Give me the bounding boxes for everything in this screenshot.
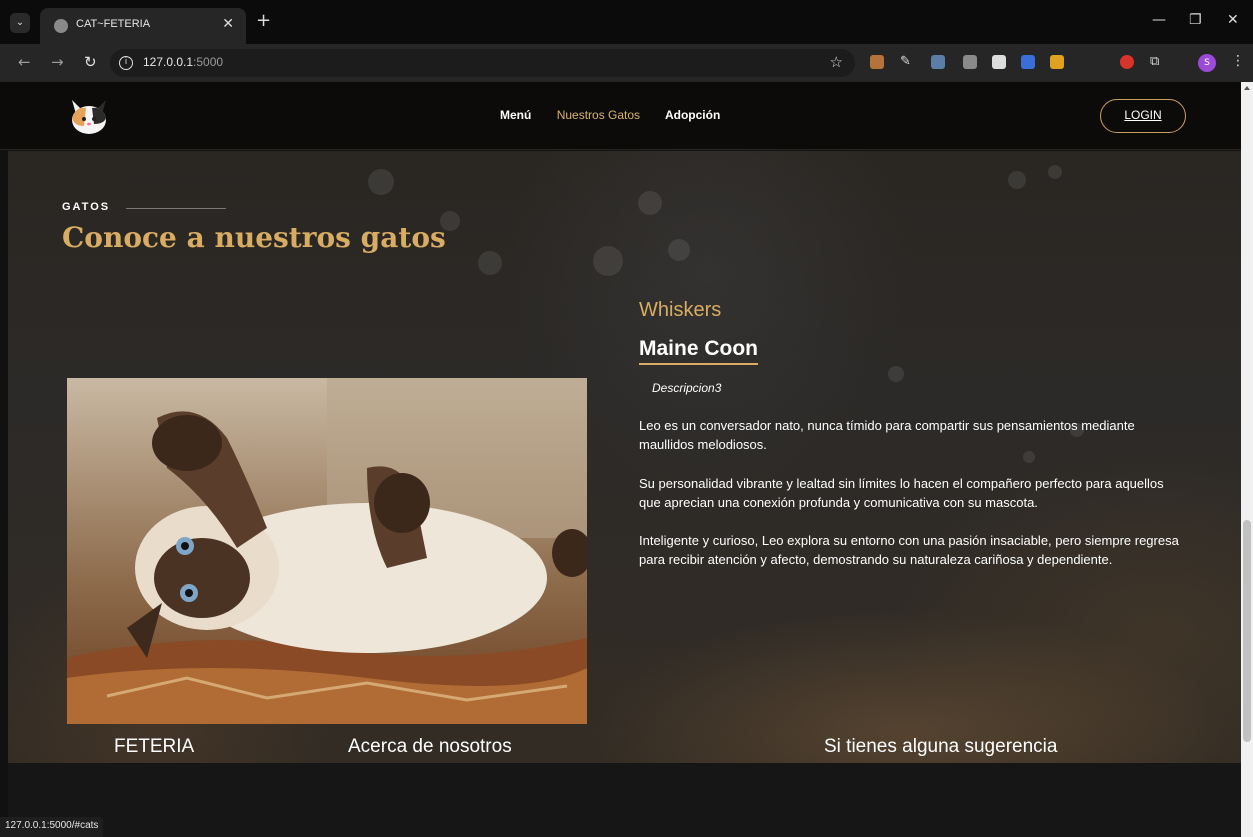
browser-menu-icon[interactable]: ⋮ [1231, 53, 1245, 69]
cat-description-title: Descripcion3 [652, 381, 722, 395]
bokeh-light [593, 246, 623, 276]
page-scrollbar[interactable] [1241, 82, 1253, 837]
section-title: Conoce a nuestros gatos [62, 221, 446, 254]
new-tab-icon[interactable]: + [256, 12, 271, 30]
cat-description-paragraph: Inteligente y curioso, Leo explora su en… [639, 533, 1179, 567]
login-button[interactable]: LOGIN [1100, 99, 1186, 133]
bokeh-light [368, 169, 394, 195]
forward-icon[interactable]: → [51, 53, 64, 71]
browser-tabstrip: ⌄ CAT~FETERIA ✕ + — ❐ ✕ [0, 0, 1253, 44]
restore-icon[interactable]: ❐ [1189, 12, 1202, 28]
bookmark-star-icon[interactable]: ☆ [830, 53, 843, 71]
tab-close-icon[interactable]: ✕ [222, 16, 234, 32]
minimize-icon[interactable]: — [1152, 12, 1166, 28]
bokeh-light [888, 366, 904, 382]
browser-tab[interactable]: CAT~FETERIA ✕ [40, 8, 246, 44]
footer-about-heading: Acerca de nosotros [348, 736, 512, 757]
eyedropper-icon[interactable]: ✎ [900, 55, 914, 69]
cat-description-paragraph: Leo es un conversador nato, nunca tímido… [639, 418, 1135, 452]
site-header: Menú Nuestros Gatos Adopción LOGIN [0, 82, 1241, 150]
cat-breed: Maine Coon [639, 337, 758, 365]
cat-name: Whiskers [639, 299, 722, 321]
bokeh-light [668, 239, 690, 261]
extension-icon[interactable] [931, 55, 945, 69]
extensions-puzzle-icon[interactable]: ⧉ [1150, 55, 1164, 69]
close-window-icon[interactable]: ✕ [1227, 12, 1239, 28]
scrollbar-thumb[interactable] [1243, 520, 1251, 742]
address-bar[interactable]: i 127.0.0.1:5000 ☆ [110, 49, 855, 77]
footer-brand: FETERIA [114, 736, 195, 757]
favicon-icon [54, 19, 68, 33]
extension-icon[interactable] [992, 55, 1006, 69]
section-eyebrow: GATOS [62, 201, 111, 213]
nav-nuestros-gatos[interactable]: Nuestros Gatos [557, 108, 640, 122]
url-text: 127.0.0.1:5000 [143, 55, 224, 69]
tab-search-chevron-icon[interactable]: ⌄ [10, 13, 30, 33]
page-viewport: Menú Nuestros Gatos Adopción LOGIN GATOS… [0, 82, 1241, 837]
cat-description-paragraph: Su personalidad vibrante y lealtad sin l… [639, 476, 1164, 510]
site-footer [8, 763, 1241, 837]
site-info-icon[interactable]: i [119, 56, 133, 70]
nav-menu[interactable]: Menú [500, 108, 531, 122]
cat-photo [67, 378, 587, 724]
extension-icon[interactable] [1050, 55, 1064, 69]
extension-icon[interactable] [870, 55, 884, 69]
cat-logo-icon[interactable] [66, 92, 112, 138]
bokeh-light [1008, 171, 1026, 189]
scroll-up-arrow-icon[interactable] [1244, 86, 1250, 90]
footer-suggestion-heading: Si tienes alguna sugerencia [824, 736, 1058, 757]
tab-title: CAT~FETERIA [76, 18, 151, 30]
reload-icon[interactable]: ↻ [84, 53, 97, 71]
extension-icon[interactable] [1021, 55, 1035, 69]
profile-avatar[interactable]: S [1198, 54, 1216, 72]
eyebrow-divider [126, 208, 226, 209]
bokeh-light [1048, 165, 1062, 179]
bokeh-light [638, 191, 662, 215]
extension-icon[interactable] [1120, 55, 1134, 69]
browser-status-url: 127.0.0.1:5000/#cats [0, 817, 104, 837]
nav-adopcion[interactable]: Adopción [665, 108, 720, 122]
bokeh-light [478, 251, 502, 275]
cats-section: GATOS Conoce a nuestros gatos Whiskers M… [8, 151, 1241, 763]
back-icon[interactable]: ← [18, 53, 31, 71]
browser-toolbar: ← → ↻ i 127.0.0.1:5000 ☆ ✎ ⧉ S ⋮ [0, 44, 1253, 82]
extension-icon[interactable] [963, 55, 977, 69]
main-nav: Menú Nuestros Gatos Adopción [500, 108, 742, 122]
